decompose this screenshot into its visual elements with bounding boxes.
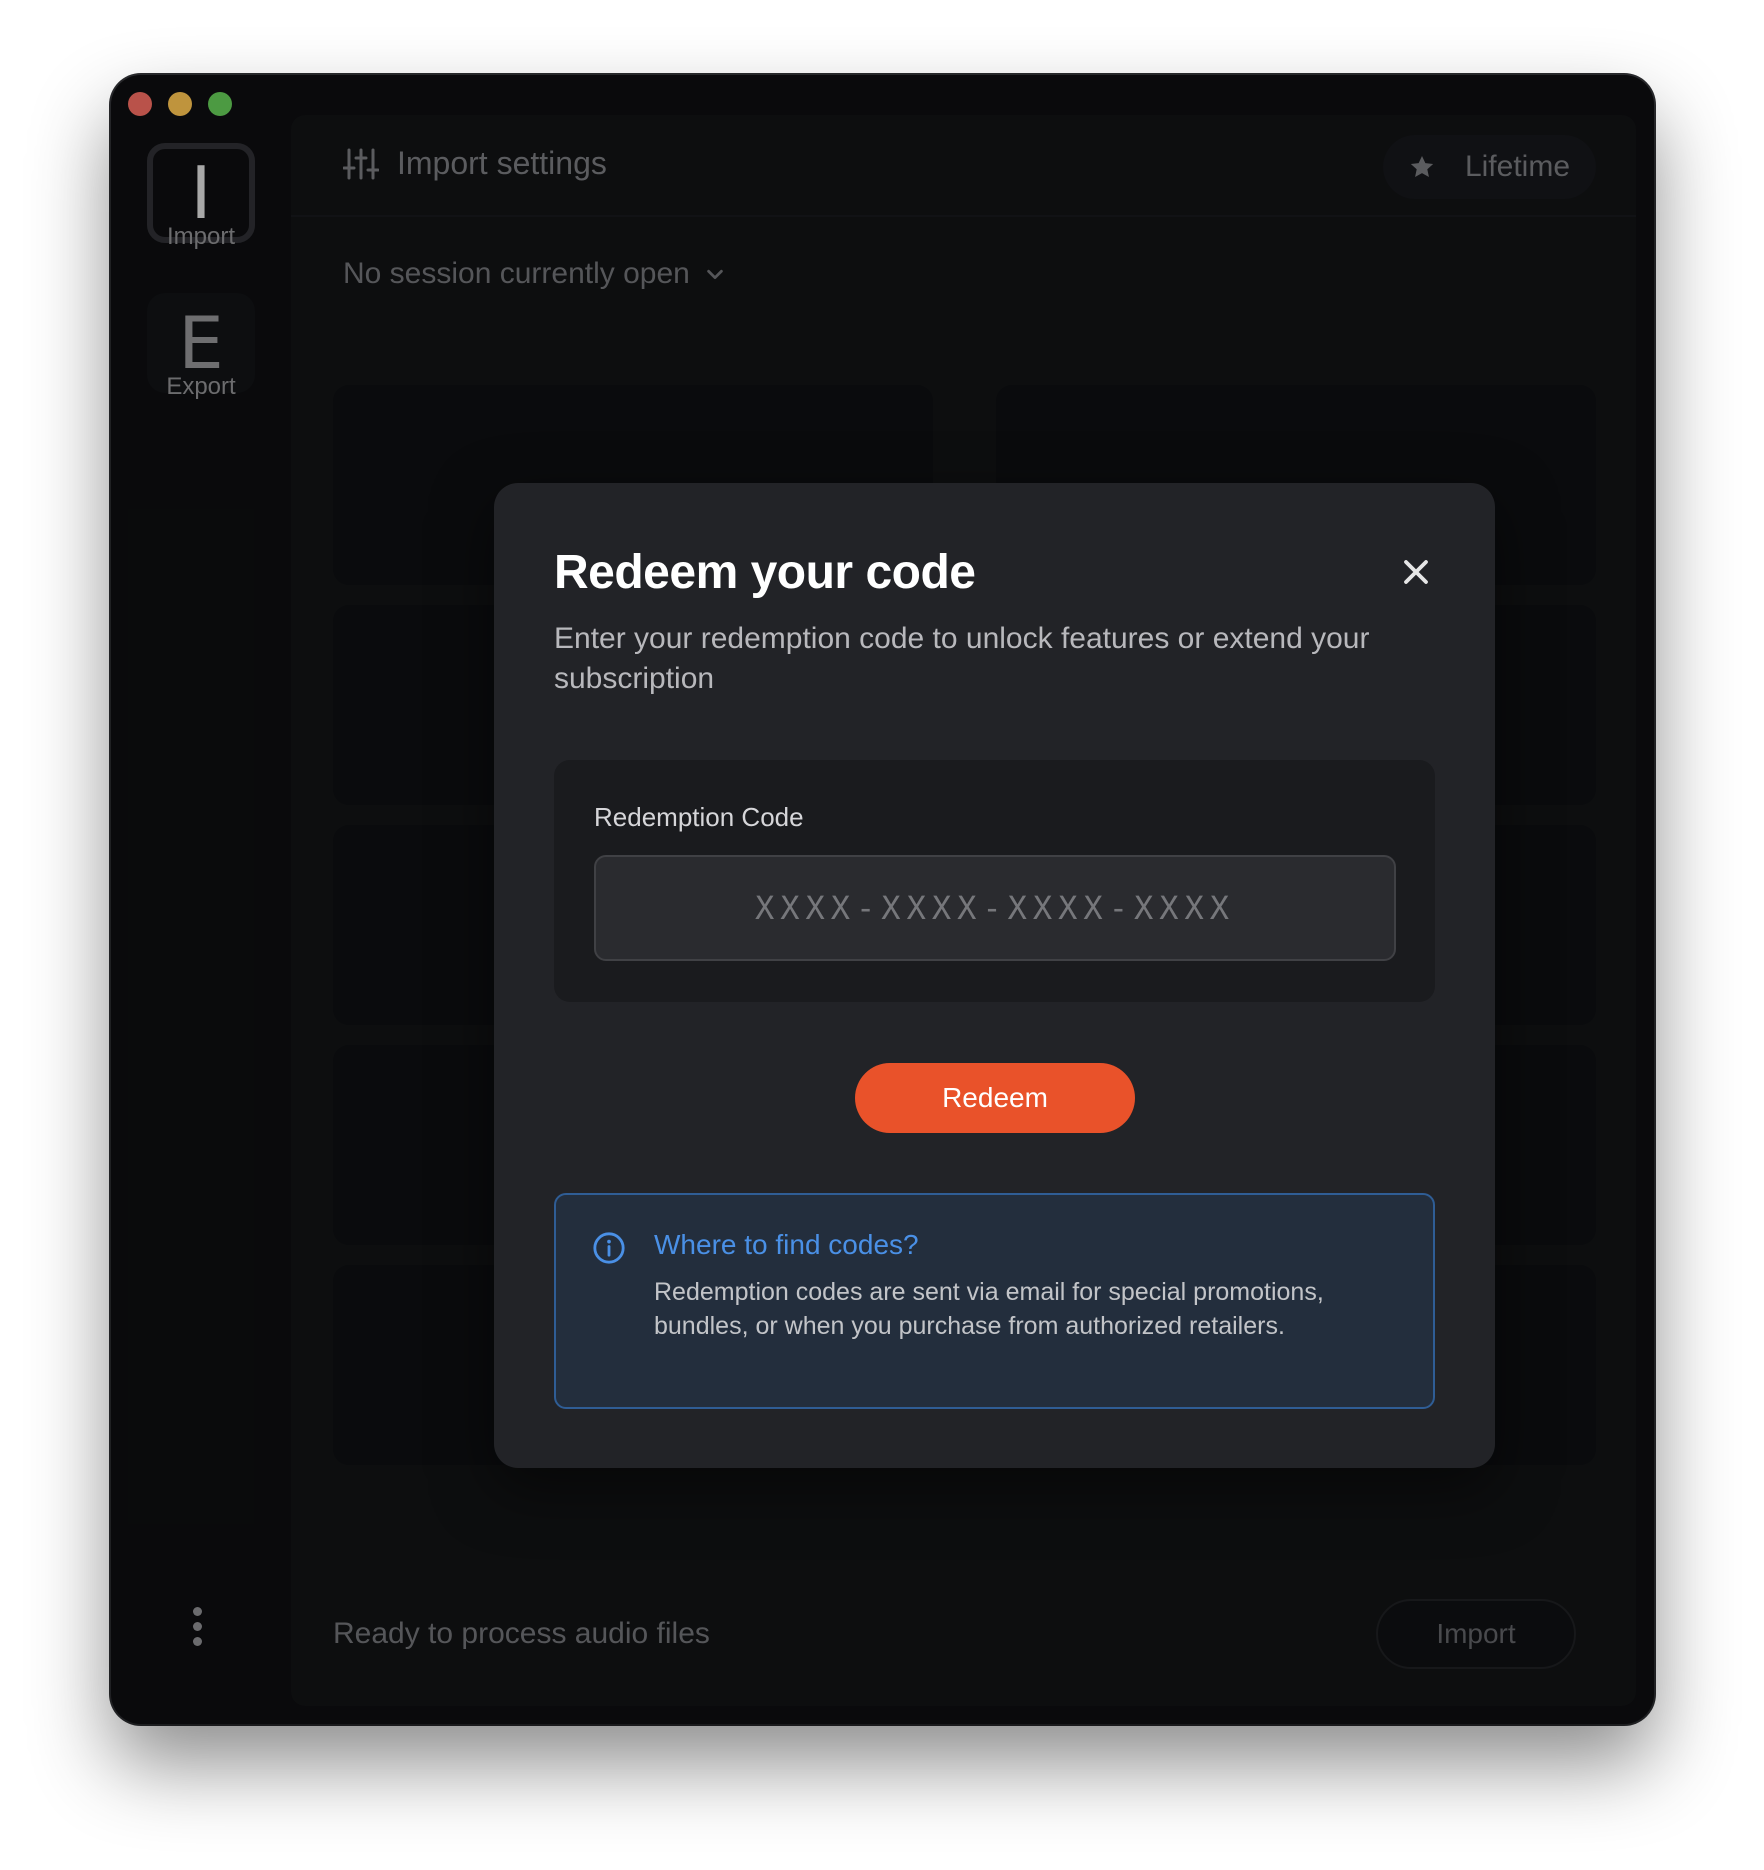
- redemption-code-label: Redemption Code: [594, 802, 804, 832]
- redemption-code-input[interactable]: [594, 855, 1396, 961]
- info-title: Where to find codes?: [654, 1229, 919, 1260]
- redeem-dialog: Redeem your code Enter your redemption c…: [494, 483, 1495, 1468]
- dialog-title: Redeem your code: [554, 546, 976, 599]
- redemption-field-panel: Redemption Code: [554, 760, 1435, 1002]
- info-text: Redemption codes are sent via email for …: [654, 1278, 1324, 1340]
- info-icon: [593, 1232, 625, 1264]
- dialog-subtitle: Enter your redemption code to unlock fea…: [554, 622, 1370, 695]
- app-window: I Import E Export Import settings Lifeti…: [111, 75, 1654, 1724]
- info-callout: Where to find codes? Redemption codes ar…: [554, 1193, 1435, 1409]
- close-icon[interactable]: [1401, 557, 1431, 587]
- redeem-button[interactable]: Redeem: [855, 1063, 1135, 1133]
